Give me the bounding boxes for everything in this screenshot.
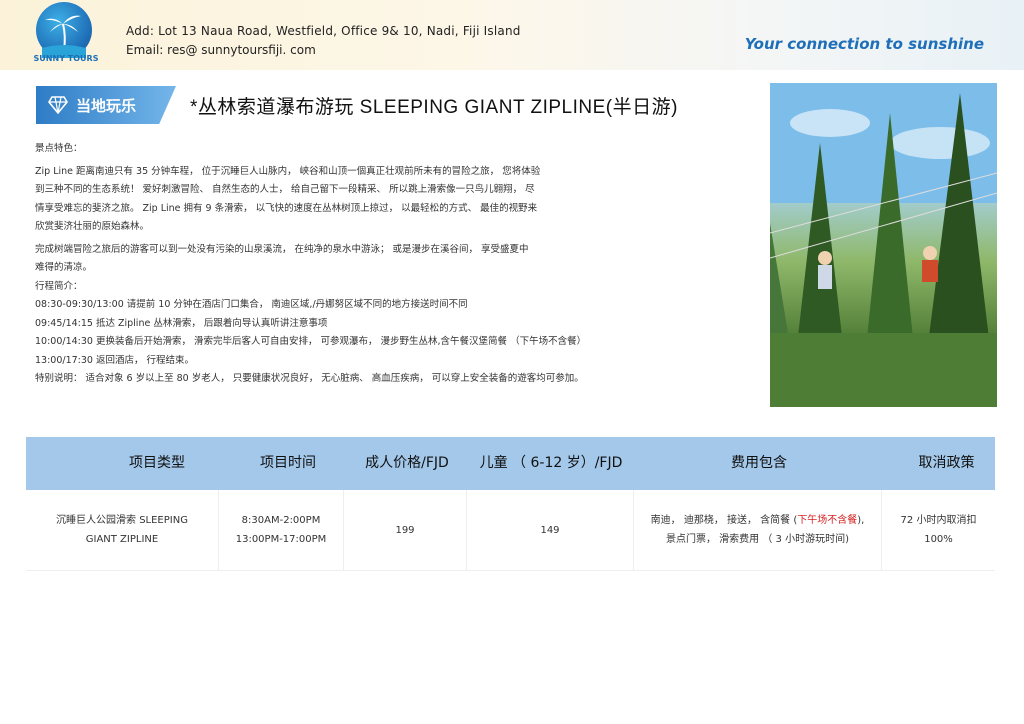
table-row: 沉睡巨人公园滑索 SLEEPING GIANT ZIPLINE 8:30AM-2… — [26, 490, 995, 571]
features-line: 完成树端冒险之旅后的游客可以到一处没有污染的山泉溪流， 在纯净的泉水中游泳； 或… — [35, 243, 529, 255]
special-note: 特别说明： 适合对象 6 岁以上至 80 岁老人， 只要健康状况良好， 无心脏病… — [35, 373, 584, 384]
badge-label: 当地玩乐 — [76, 97, 137, 115]
features-heading: 景点特色： — [35, 143, 83, 154]
cancel-line: 100% — [924, 534, 953, 545]
itinerary-item: 13:00/17:30 返回酒店， 行程结束。 — [35, 354, 194, 366]
features-line: 欣赏斐济壮丽的原始森林。 — [35, 221, 150, 232]
cell-child-price: 149 — [467, 490, 634, 570]
logo-text: SUNNY TOURS — [33, 54, 99, 63]
cell-time-line: 13:00PM-17:00PM — [235, 534, 327, 545]
table-header: 项目类型 项目时间 成人价格/FJD 儿童 （ 6-12 岁）/FJD 费用包含… — [26, 437, 995, 490]
includes-text: 南迪， 迪那桡， 接送， 含简餐 ( — [650, 515, 798, 526]
features-line: 情享受难忘的斐济之旅。 Zip Line 拥有 9 条滑索， 以飞快的速度在丛林… — [35, 202, 538, 214]
features-line: 到三种不同的生态系统！ 爱好刺激冒险、 自然生态的人士， 给自己留下一段精采、 … — [35, 184, 535, 195]
col-header-child: 儿童 （ 6-12 岁）/FJD — [479, 455, 623, 471]
cell-time: 8:30AM-2:00PM 13:00PM-17:00PM — [219, 490, 344, 570]
palm-tree-icon — [42, 15, 86, 58]
company-address: Add: Lot 13 Naua Road, Westfield, Office… — [126, 24, 521, 38]
company-email: Email: res@ sunnytoursfiji. com — [126, 43, 316, 57]
col-header-includes: 费用包含 — [731, 455, 787, 471]
slogan: Your connection to sunshine — [744, 35, 984, 53]
cell-time-line: 8:30AM-2:00PM — [241, 515, 321, 526]
page-title: *丛林索道瀑布游玩 SLEEPING GIANT ZIPLINE(半日游) — [190, 97, 678, 118]
cell-includes-line: 景点门票， 滑索费用 （ 3 小时游玩时间) — [666, 534, 849, 545]
features-line: Zip Line 距离南迪只有 35 分钟车程， 位于沉睡巨人山脉内， 峡谷和山… — [35, 165, 541, 177]
col-header-cancel: 取消政策 — [918, 455, 975, 471]
itinerary-item: 08:30-09:30/13:00 请提前 10 分钟在酒店门口集合， 南迪区域… — [35, 299, 468, 310]
section-badge: 当地玩乐 — [36, 86, 176, 124]
cancel-line: 72 小时内取消扣 — [900, 515, 977, 526]
cell-type: 沉睡巨人公园滑索 SLEEPING GIANT ZIPLINE — [26, 490, 219, 570]
zipline-photo — [770, 83, 997, 407]
pricing-table: 项目类型 项目时间 成人价格/FJD 儿童 （ 6-12 岁）/FJD 费用包含… — [26, 437, 995, 571]
itinerary-item: 10:00/14:30 更换装备后开始滑索， 滑索完毕后客人可自由安排， 可参观… — [35, 336, 587, 347]
description-block: 景点特色： Zip Line 距离南迪只有 35 分钟车程， 位于沉睡巨人山脉内… — [35, 140, 675, 389]
page-header: SUNNY TOURS Add: Lot 13 Naua Road, Westf… — [0, 0, 1024, 70]
forest-zipline-illustration — [770, 83, 997, 407]
includes-text-end: ), — [857, 515, 865, 526]
cell-type-line: GIANT ZIPLINE — [85, 534, 159, 545]
cell-type-line: 沉睡巨人公园滑索 SLEEPING — [56, 515, 188, 526]
itinerary-heading: 行程简介： — [35, 280, 83, 292]
sunny-tours-logo: SUNNY TOURS — [32, 2, 102, 68]
logo-circle — [36, 2, 92, 58]
no-meal-note: 下午场不含餐 — [797, 515, 858, 526]
col-header-time: 项目时间 — [260, 455, 316, 471]
cell-includes-line: 南迪， 迪那桡， 接送， 含简餐 (下午场不含餐), — [651, 511, 865, 530]
col-header-adult: 成人价格/FJD — [365, 455, 449, 471]
features-line: 难得的清凉。 — [35, 262, 93, 273]
cell-cancel-policy: 72 小时内取消扣 100% — [882, 490, 995, 570]
diamond-icon — [48, 96, 68, 114]
cell-includes: 南迪， 迪那桡， 接送， 含简餐 (下午场不含餐), 景点门票， 滑索费用 （ … — [634, 490, 882, 570]
itinerary-item: 09:45/14:15 抵达 Zipline 丛林滑索， 后跟着向导认真听讲注意… — [35, 317, 328, 329]
cell-adult-price: 199 — [344, 490, 467, 570]
